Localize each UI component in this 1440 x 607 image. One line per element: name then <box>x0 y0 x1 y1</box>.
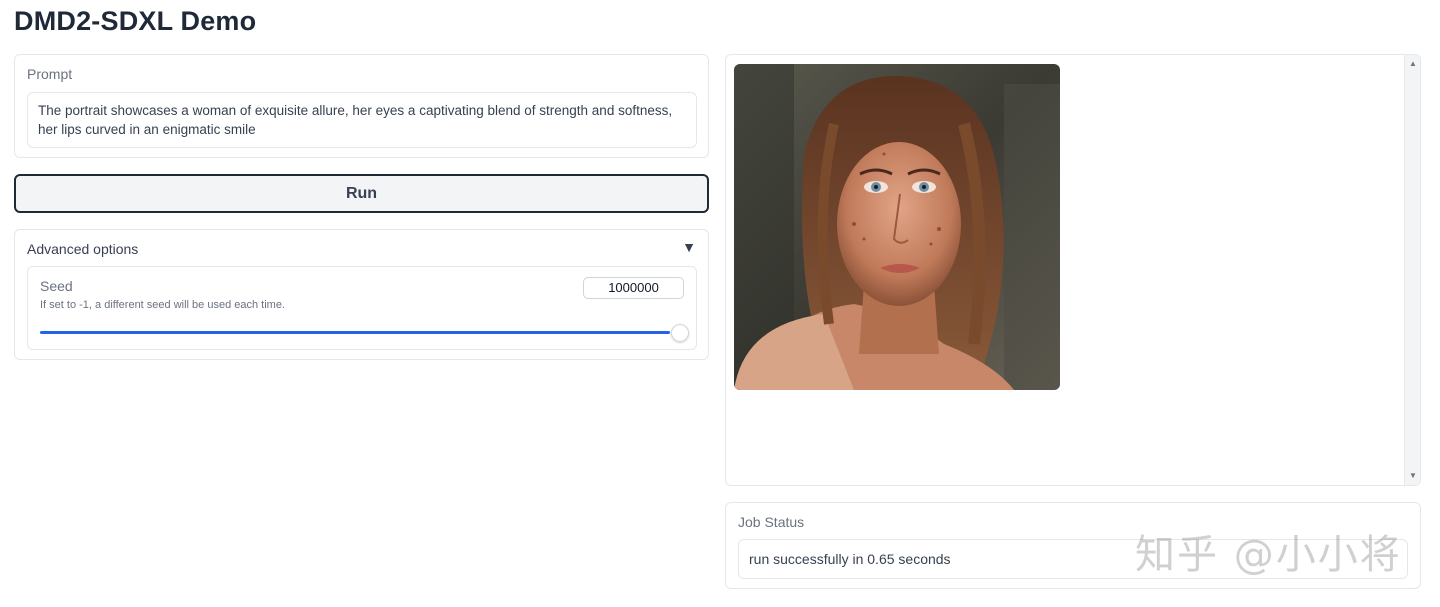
portrait-image[interactable] <box>734 64 1060 390</box>
job-status-label: Job Status <box>738 514 805 530</box>
prompt-textarea[interactable]: The portrait showcases a woman of exquis… <box>27 92 697 148</box>
page-title: DMD2-SDXL Demo <box>14 6 257 36</box>
prompt-panel: Prompt The portrait showcases a woman of… <box>14 54 709 158</box>
seed-slider-thumb[interactable] <box>671 324 689 342</box>
seed-slider-fill <box>40 331 670 334</box>
seed-slider-track[interactable] <box>40 331 670 334</box>
advanced-options-label[interactable]: Advanced options <box>27 241 138 257</box>
watermark: 知乎 @小小将 <box>1135 532 1402 578</box>
run-button[interactable]: Run <box>14 174 709 213</box>
collapse-arrow-icon[interactable]: ▼ <box>682 239 696 255</box>
scroll-down-icon[interactable]: ▼ <box>1405 469 1420 483</box>
seed-slider-block: Seed If set to -1, a different seed will… <box>27 266 697 350</box>
scroll-up-icon[interactable]: ▲ <box>1405 57 1420 71</box>
seed-info-text: If set to -1, a different seed will be u… <box>40 299 285 311</box>
output-image-panel: ▲ ▼ <box>725 54 1421 486</box>
seed-number-input[interactable]: 1000000 <box>583 277 684 299</box>
gallery-scrollbar[interactable]: ▲ ▼ <box>1404 55 1420 485</box>
seed-label: Seed <box>40 278 73 294</box>
advanced-options-accordion[interactable]: Advanced options ▼ Seed If set to -1, a … <box>14 229 709 360</box>
portrait-image-svg <box>734 64 1060 390</box>
prompt-label: Prompt <box>27 66 73 82</box>
